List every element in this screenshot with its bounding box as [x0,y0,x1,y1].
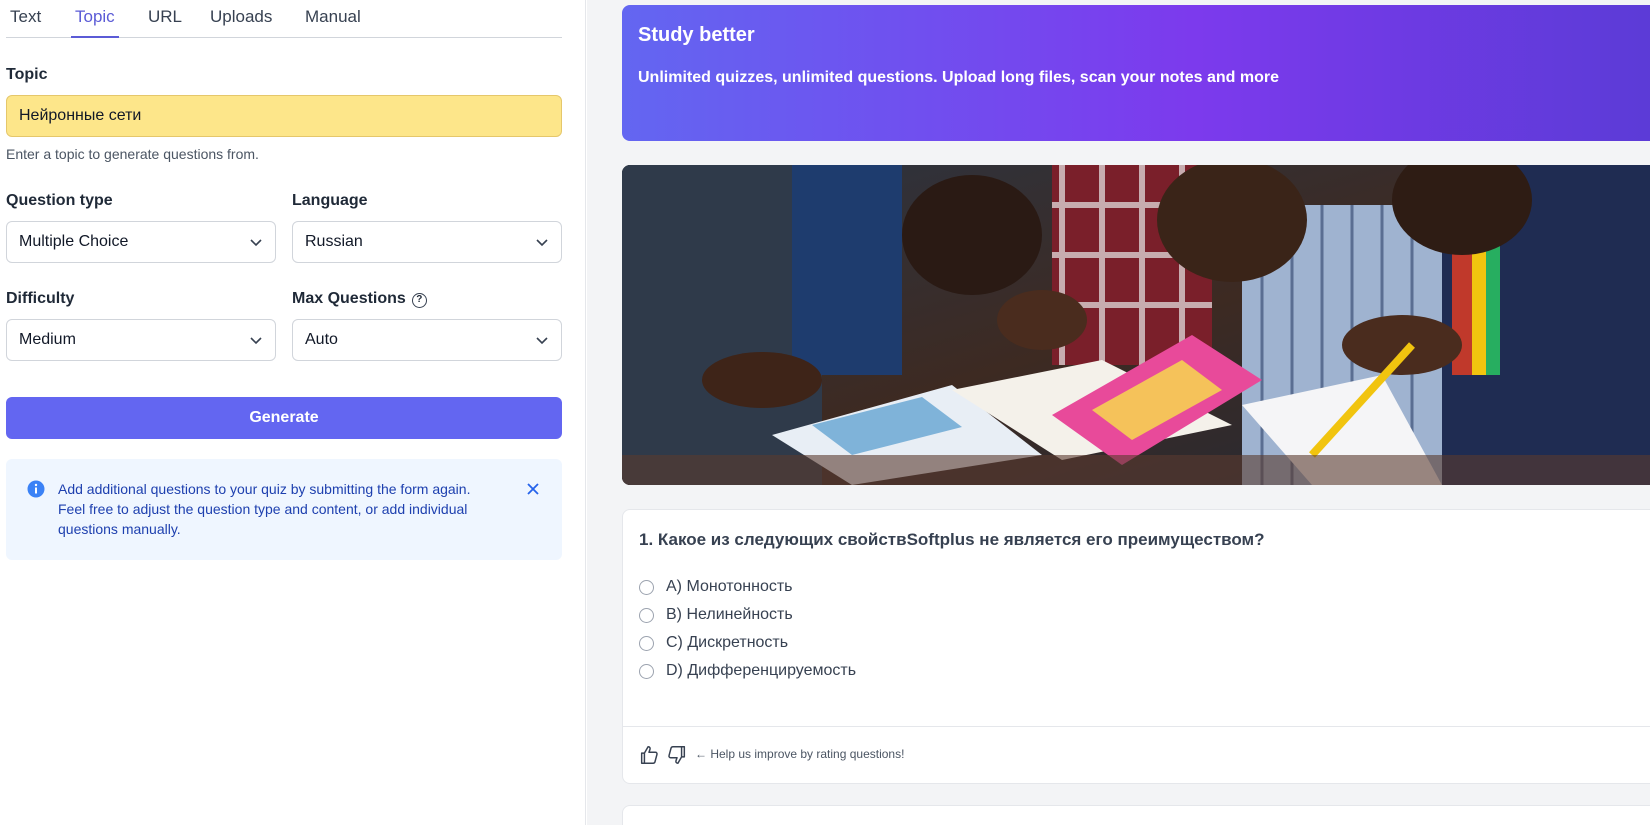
tab-manual[interactable]: Manual [305,0,361,27]
question-type-label: Question type [6,192,113,209]
difficulty-select[interactable]: Medium [6,319,276,361]
banner-subtitle: Unlimited quizzes, unlimited questions. … [638,69,1279,86]
max-questions-label-text: Max Questions [292,290,406,307]
banner-title: Study better [638,24,755,46]
question-title: 1. Какое из следующих свойствSoftplus не… [639,530,1265,549]
answer-option-label: A) Монотонность [666,578,793,595]
answer-option[interactable]: B) Нелинейность [639,606,793,624]
question-type-select[interactable]: Multiple Choice [6,221,276,263]
thumbs-down-icon[interactable] [666,744,688,766]
quiz-preview-panel: Study better Unlimited quizzes, unlimite… [587,0,1650,825]
info-icon [27,480,45,498]
children-reading-illustration [622,165,1650,485]
chevron-down-icon [250,337,262,345]
tab-uploads[interactable]: Uploads [210,0,272,27]
question-card: 1. Какое из следующих свойствSoftplus не… [622,509,1650,784]
quiz-form-panel: Text Topic URL Uploads Manual Topic Нейр… [0,0,586,825]
info-alert: Add additional questions to your quiz by… [6,459,562,560]
radio-button[interactable] [639,635,654,651]
topic-input[interactable]: Нейронные сети [6,95,562,137]
rating-footer: ← Help us improve by rating questions! [623,726,1650,784]
tab-text[interactable]: Text [10,0,41,27]
answer-option[interactable]: C) Дискретность [639,634,788,652]
chevron-down-icon [536,239,548,247]
max-questions-label: Max Questions? [292,290,427,308]
tab-topic[interactable]: Topic [71,0,119,38]
chevron-down-icon [250,239,262,247]
alert-text: Add additional questions to your quiz by… [58,481,471,537]
topic-help-text: Enter a topic to generate questions from… [6,146,259,162]
generate-button[interactable]: Generate [6,397,562,439]
thumbs-up-icon[interactable] [638,744,660,766]
max-questions-select[interactable]: Auto [292,319,562,361]
rating-hint: ← Help us improve by rating questions! [695,747,905,761]
help-circle-icon[interactable]: ? [411,293,427,308]
max-questions-value: Auto [305,331,338,348]
tab-url[interactable]: URL [148,0,182,27]
answer-option-label: C) Дискретность [666,634,789,651]
radio-button[interactable] [639,663,654,679]
answer-option-label: D) Дифференцируемость [666,662,857,679]
answer-option-label: B) Нелинейность [666,606,793,623]
language-select[interactable]: Russian [292,221,562,263]
radio-button[interactable] [639,579,654,595]
study-photo [622,165,1650,485]
topic-label: Topic [6,66,48,83]
question-type-value: Multiple Choice [19,233,129,250]
language-value: Russian [305,233,363,250]
source-tabs: Text Topic URL Uploads Manual [6,0,562,38]
upgrade-banner[interactable]: Study better Unlimited quizzes, unlimite… [622,5,1650,141]
radio-button[interactable] [639,607,654,623]
answer-option[interactable]: D) Дифференцируемость [639,662,856,680]
close-icon[interactable] [525,481,541,497]
language-label: Language [292,192,368,209]
next-question-card [622,805,1650,825]
difficulty-label: Difficulty [6,290,75,307]
answer-option[interactable]: A) Монотонность [639,578,793,596]
difficulty-value: Medium [19,331,76,348]
chevron-down-icon [536,337,548,345]
